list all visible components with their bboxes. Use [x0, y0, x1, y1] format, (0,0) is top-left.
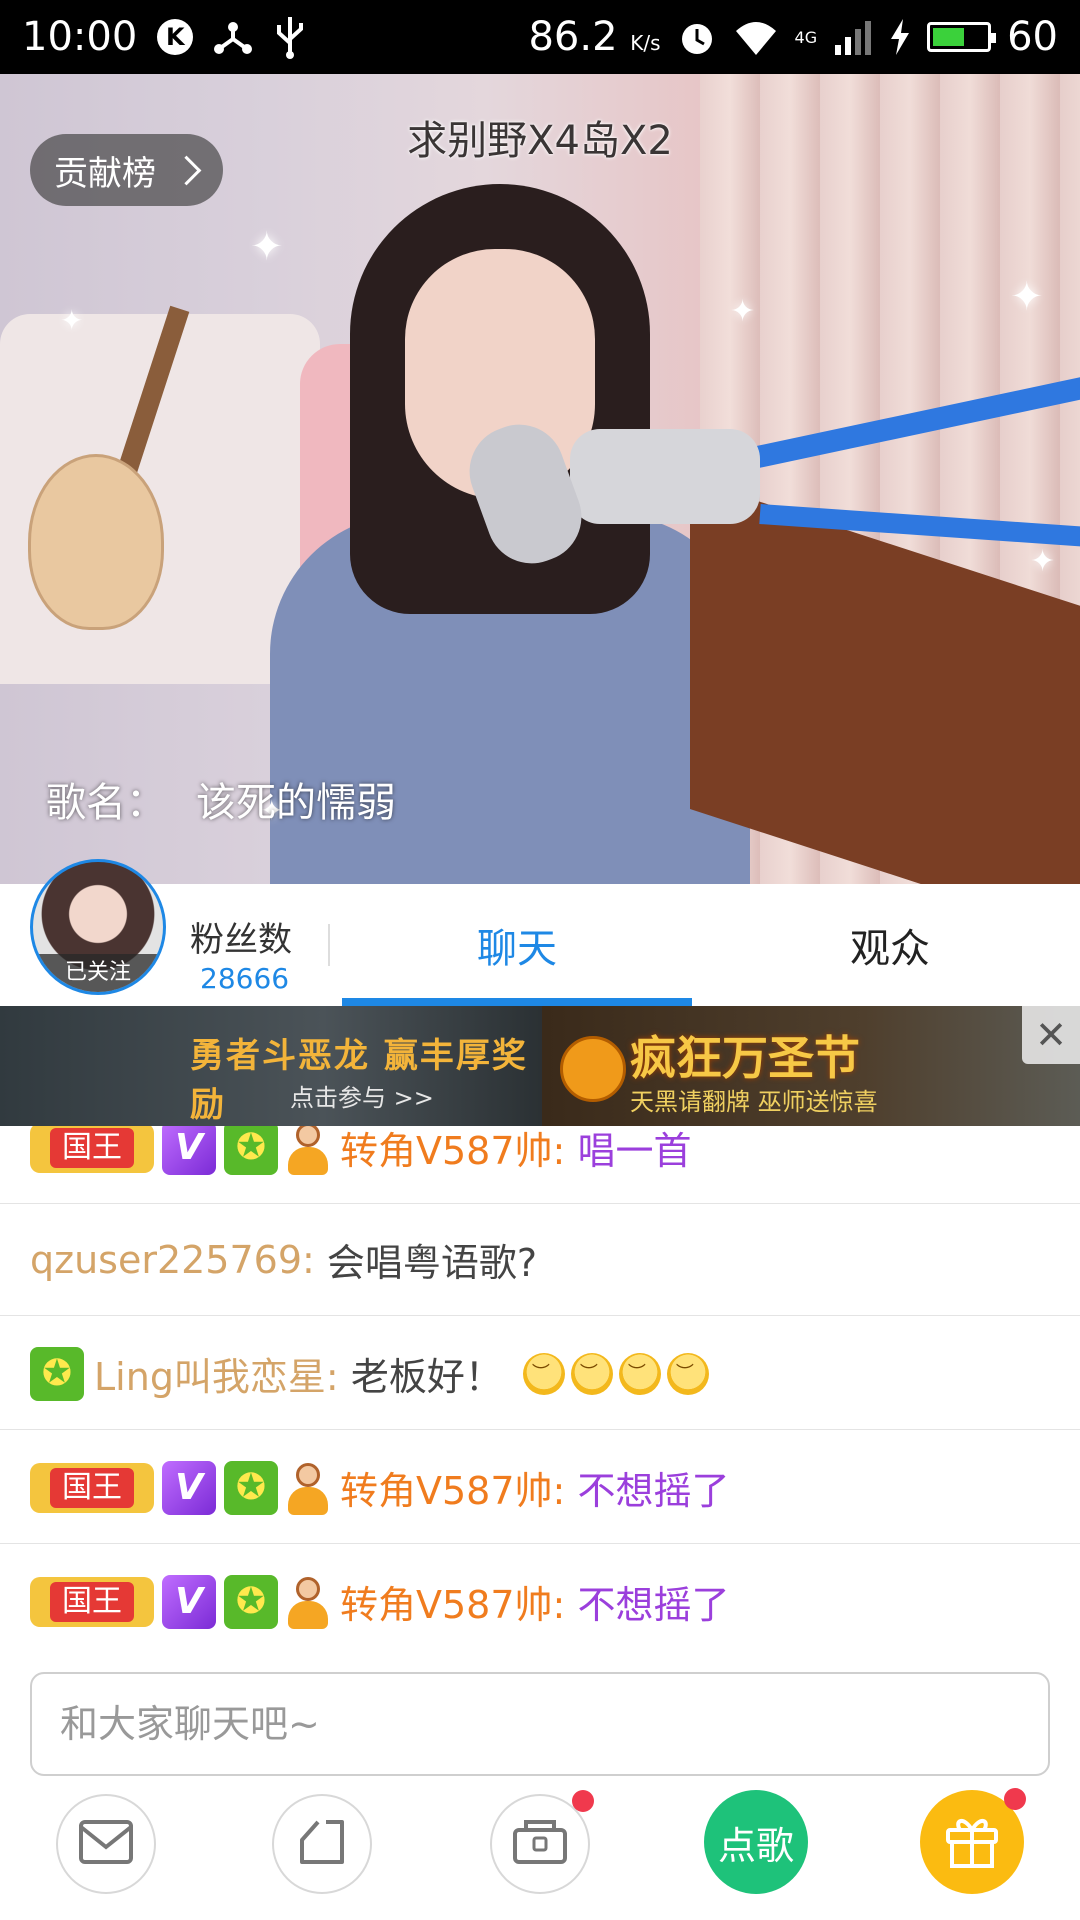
battery-icon: [927, 22, 997, 52]
battery-percent: 60: [1007, 14, 1058, 60]
tab-audience[interactable]: 观众: [720, 884, 1060, 1006]
emoji-group: [517, 1352, 709, 1395]
fans-count: 28666: [200, 962, 290, 995]
king-badge-icon: 国王: [30, 1126, 154, 1173]
follow-status: 已关注: [33, 954, 163, 992]
sparkle-icon: ✦: [1010, 274, 1044, 320]
chat-username[interactable]: qzuser225769:: [30, 1238, 315, 1282]
king-badge-icon: 国王: [30, 1576, 154, 1627]
user-badge-icon: [286, 1575, 330, 1629]
song-label: 歌名：: [46, 780, 166, 826]
chat-input-box[interactable]: [30, 1672, 1050, 1776]
chat-username[interactable]: Ling叫我恋星:: [94, 1346, 339, 1401]
chat-text: 唱一首: [577, 1129, 692, 1173]
message-button[interactable]: [56, 1794, 156, 1894]
chat-list[interactable]: 国王 V ✪ 转角V587帅: 唱一首 qzuser225769: 会唱粤语歌?…: [0, 1126, 1080, 1656]
chevron-right-icon: [171, 155, 202, 185]
k-app-icon: K: [157, 19, 194, 55]
smile-emoji-icon: [666, 1352, 709, 1395]
sparkle-icon: ✦: [730, 294, 756, 329]
status-time: 10:00: [22, 14, 138, 60]
chat-text: 不想摇了: [577, 1469, 730, 1513]
king-badge-icon: 国王: [30, 1462, 154, 1513]
sparkle-icon: ✦: [1030, 544, 1056, 579]
host-bar: 已关注 粉丝数 28666 聊天 观众: [0, 859, 1080, 1006]
share-icon: [296, 1816, 348, 1872]
signal-icon: [833, 17, 873, 57]
chat-input[interactable]: [32, 1674, 1048, 1774]
chat-message: 国王 V ✪ 转角V587帅: 不想摇了: [0, 1546, 1080, 1656]
live-video[interactable]: ✦ ✦ ✦ ✦ ✦ ✦ 求别野X4岛X2 贡献榜 歌名： 该死的懦弱: [0, 74, 1080, 884]
contribution-rank-button[interactable]: 贡献榜: [30, 134, 223, 206]
promo-banner[interactable]: 勇者斗恶龙 赢丰厚奖励 点击参与 >> 疯狂万圣节 天黑请翻牌 巫师送惊喜 ✕: [0, 1006, 1080, 1126]
smile-emoji-icon: [522, 1352, 565, 1395]
close-icon[interactable]: ✕: [1022, 1006, 1080, 1064]
vip-badge-icon: V: [162, 1126, 216, 1175]
vip-badge-icon: V: [162, 1574, 216, 1629]
chat-message: qzuser225769: 会唱粤语歌?: [0, 1204, 1080, 1316]
guitar-body: [28, 454, 164, 630]
charging-icon: [889, 17, 911, 57]
contribution-rank-label: 贡献榜: [54, 153, 156, 194]
status-bar: 10:00 K 86.2 K/s 4G 60: [0, 0, 1080, 74]
share-button[interactable]: [272, 1794, 372, 1894]
wifi-icon: [733, 17, 779, 57]
chat-text: 老板好！: [350, 1355, 503, 1399]
user-badge-icon: [286, 1461, 330, 1515]
treasure-button[interactable]: [490, 1790, 594, 1894]
banner-left-cta: 点击参与 >>: [290, 1084, 434, 1112]
bottom-toolbar: 点歌: [0, 1788, 1080, 1900]
tethering-icon: [213, 17, 253, 57]
banner-right-title: 疯狂万圣节: [630, 1031, 860, 1085]
notification-dot: [1004, 1788, 1026, 1810]
notification-dot: [572, 1790, 594, 1812]
star-badge-icon: ✪: [224, 1126, 278, 1175]
fans-label: 粉丝数: [190, 920, 292, 960]
chat-text: 会唱粤语歌?: [326, 1241, 538, 1285]
chat-message: 国王 V ✪ 转角V587帅: 不想摇了: [0, 1432, 1080, 1544]
alarm-icon: [677, 17, 717, 57]
star-badge-icon: ✪: [30, 1346, 84, 1401]
request-song-button[interactable]: 点歌: [704, 1790, 808, 1894]
gift-icon: [942, 1810, 1002, 1874]
song-name: 该死的懦弱: [196, 780, 396, 826]
smile-emoji-icon: [618, 1352, 661, 1395]
chat-username[interactable]: 转角V587帅:: [340, 1574, 565, 1629]
divider: [328, 924, 330, 966]
smile-emoji-icon: [570, 1352, 613, 1395]
user-badge-icon: [286, 1126, 330, 1175]
treasure-chest-icon: [512, 1818, 568, 1870]
network-speed: 86.2 K/s: [528, 14, 661, 60]
chat-username[interactable]: 转角V587帅:: [340, 1460, 565, 1515]
chat-text: 不想摇了: [577, 1583, 730, 1627]
host-avatar[interactable]: 已关注: [30, 859, 166, 995]
star-badge-icon: ✪: [224, 1574, 278, 1629]
chat-message: ✪ Ling叫我恋星: 老板好！: [0, 1318, 1080, 1430]
network-type: 4G: [794, 27, 818, 47]
usb-icon: [273, 15, 307, 59]
pumpkin-icon: [560, 1036, 626, 1102]
vip-badge-icon: V: [162, 1460, 216, 1515]
star-badge-icon: ✪: [224, 1460, 278, 1515]
song-info: 歌名： 该死的懦弱: [46, 770, 396, 828]
message-icon: [78, 1819, 134, 1869]
sparkle-icon: ✦: [60, 304, 84, 337]
sparkle-icon: ✦: [250, 224, 284, 270]
banner-left[interactable]: 勇者斗恶龙 赢丰厚奖励 点击参与 >>: [0, 1006, 540, 1126]
gift-button[interactable]: [920, 1788, 1026, 1894]
chat-message: 国王 V ✪ 转角V587帅: 唱一首: [0, 1126, 1080, 1204]
banner-right-subtitle: 天黑请翻牌 巫师送惊喜: [630, 1088, 878, 1116]
chat-username[interactable]: 转角V587帅:: [340, 1126, 565, 1175]
tab-chat[interactable]: 聊天: [342, 884, 692, 1006]
microphone-body: [570, 429, 760, 524]
